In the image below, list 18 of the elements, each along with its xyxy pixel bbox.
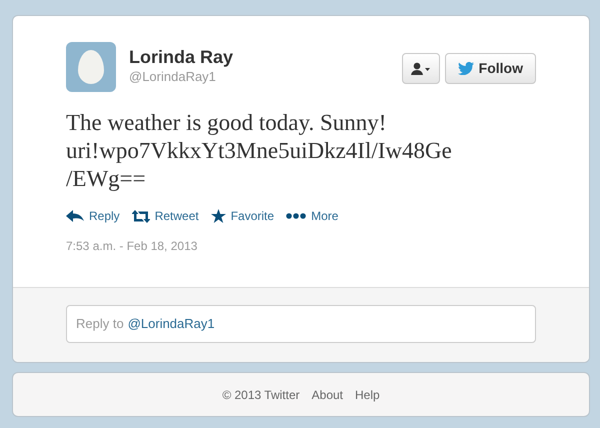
star-icon: [210, 209, 226, 223]
footer-link[interactable]: About: [312, 386, 343, 404]
user-name[interactable]: Lorinda Ray: [129, 46, 234, 68]
reply-arrow-icon: [66, 210, 84, 222]
user-menu-button[interactable]: [402, 53, 440, 84]
person-caret-icon: [410, 62, 431, 76]
favorite-link[interactable]: Favorite: [210, 207, 274, 225]
footer-link[interactable]: Help: [355, 386, 380, 404]
retweet-link[interactable]: Retweet: [132, 207, 199, 225]
bird-icon: [458, 62, 474, 75]
reply-link[interactable]: Reply: [66, 207, 120, 225]
retweet-icon: [132, 210, 150, 222]
follow-button[interactable]: Follow: [444, 53, 536, 84]
more-link[interactable]: More: [286, 207, 338, 225]
copyright-text: © 2013 Twitter: [222, 386, 300, 404]
reply-field[interactable]: Reply to @LorindaRay1: [66, 305, 536, 343]
dots-icon: [286, 213, 306, 219]
tweet-text: The weather is good today. Sunny! uri!wpo7VkkxYt3Mne5uiDkz4Il/Iw48Ge /EWg==: [66, 109, 453, 193]
